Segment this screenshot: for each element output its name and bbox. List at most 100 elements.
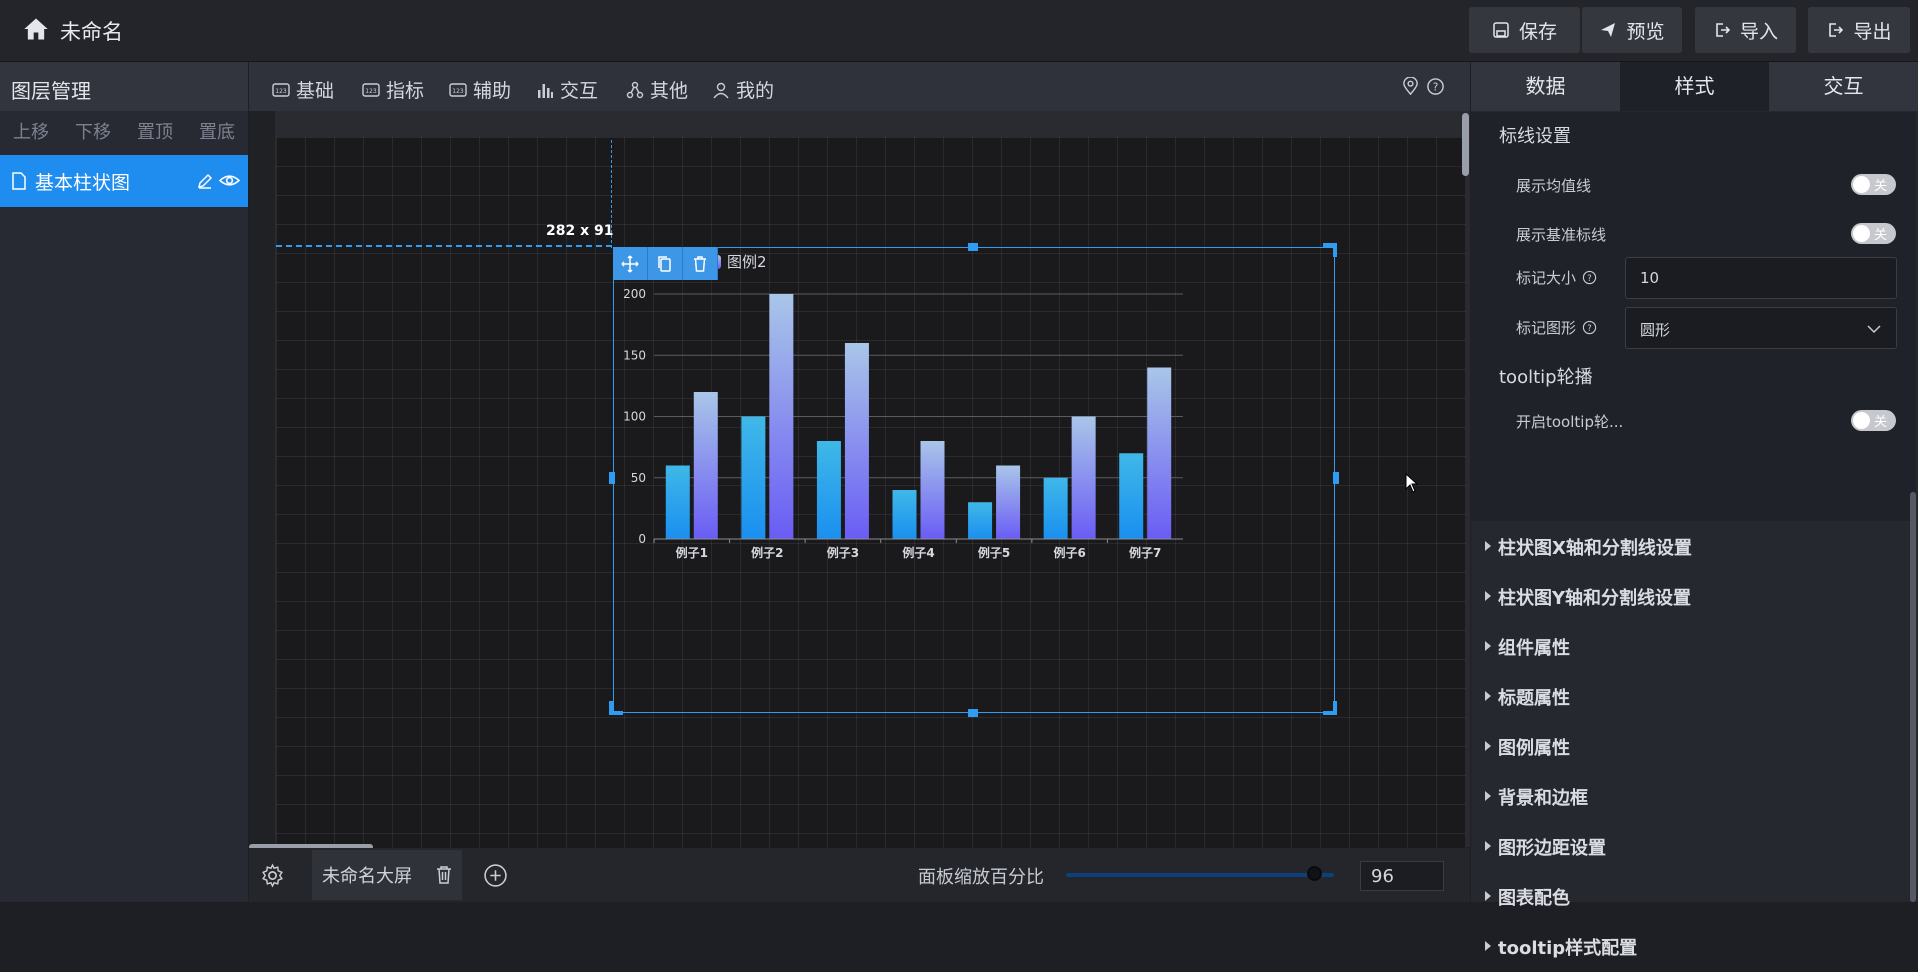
tooltip-carousel-toggle[interactable]: 关 xyxy=(1851,410,1896,431)
tab-interaction-settings[interactable]: 交互 xyxy=(1769,62,1918,111)
section-title: 背景和边框 xyxy=(1498,788,1588,809)
component-toolbar: 123 基础 123 指标 123 辅助 交互 其他 我的 ? xyxy=(249,62,1470,111)
vertical-ruler xyxy=(249,111,275,847)
section-x-axis[interactable]: 柱状图X轴和分割线设置 xyxy=(1471,522,1918,572)
chart-toolbar xyxy=(613,247,718,280)
help-icon[interactable]: ? xyxy=(1582,270,1597,285)
location-icon[interactable] xyxy=(1401,77,1420,96)
resize-handle-top-right[interactable] xyxy=(1323,243,1337,257)
mark-size-input[interactable]: 10 xyxy=(1625,257,1897,299)
toggle-knob xyxy=(1853,176,1870,193)
import-button[interactable]: 导入 xyxy=(1695,7,1796,53)
alignment-guide-horizontal xyxy=(276,245,612,247)
section-title: 组件属性 xyxy=(1498,638,1570,659)
help-icon[interactable]: ? xyxy=(1426,77,1445,96)
section-title: 图表配色 xyxy=(1498,888,1570,909)
component-icon: 123 xyxy=(449,82,467,97)
resize-handle-top[interactable] xyxy=(968,243,978,251)
preview-button[interactable]: 预览 xyxy=(1582,7,1682,53)
export-icon xyxy=(1829,23,1844,37)
caret-right-icon xyxy=(1485,791,1491,801)
trash-icon xyxy=(694,255,706,272)
save-button[interactable]: 保存 xyxy=(1469,7,1580,53)
tab-style[interactable]: 样式 xyxy=(1620,62,1769,111)
send-to-bottom-button[interactable]: 置底 xyxy=(186,112,248,154)
resize-handle-bottom-right[interactable] xyxy=(1323,701,1337,715)
bring-to-top-button[interactable]: 置顶 xyxy=(124,112,186,154)
mark-size-text: 标记大小 xyxy=(1516,269,1577,287)
toggle-off-text: 关 xyxy=(1874,415,1888,430)
tab-basic-label: 基础 xyxy=(296,80,335,102)
document-icon xyxy=(12,172,26,190)
save-icon xyxy=(1493,22,1509,38)
screen-tab-label: 未命名大屏 xyxy=(322,866,412,887)
move-icon xyxy=(621,254,639,273)
bottom-bar: 未命名大屏 面板缩放百分比 96 xyxy=(249,848,1470,902)
section-legend-props[interactable]: 图例属性 xyxy=(1471,722,1918,772)
add-screen-icon[interactable] xyxy=(483,863,508,888)
tab-interaction-label: 交互 xyxy=(560,80,599,102)
property-panel: 数据 样式 交互 标线设置 展示均值线 关 展示基准标线 关 标记大小? 10 … xyxy=(1471,62,1918,959)
tab-interaction[interactable]: 交互 xyxy=(536,76,598,103)
section-padding[interactable]: 图形边距设置 xyxy=(1471,822,1918,872)
resize-handle-bottom[interactable] xyxy=(968,709,978,717)
tab-mine[interactable]: 我的 xyxy=(712,76,774,103)
tab-other[interactable]: 其他 xyxy=(626,76,688,103)
tab-data[interactable]: 数据 xyxy=(1471,62,1620,111)
delete-button[interactable] xyxy=(683,247,718,280)
edit-icon[interactable] xyxy=(196,172,214,190)
home-icon[interactable] xyxy=(22,15,50,43)
move-up-button[interactable]: 上移 xyxy=(0,112,62,154)
section-tooltip-style[interactable]: tooltip样式配置 xyxy=(1471,922,1918,972)
resize-handle-bottom-left[interactable] xyxy=(609,701,623,715)
show-base-toggle[interactable]: 关 xyxy=(1851,223,1896,244)
tab-indicator[interactable]: 123 指标 xyxy=(362,76,424,103)
component-icon: 123 xyxy=(362,82,380,97)
property-panel-scrollbar[interactable] xyxy=(1910,492,1916,902)
toggle-off-text: 关 xyxy=(1874,228,1888,243)
zoom-slider[interactable] xyxy=(1066,873,1334,877)
mark-shape-select[interactable]: 圆形 xyxy=(1625,307,1897,349)
resize-handle-left[interactable] xyxy=(609,472,615,484)
toggle-knob xyxy=(1853,412,1870,429)
section-title: 图例属性 xyxy=(1498,738,1570,759)
move-button[interactable] xyxy=(613,247,648,280)
canvas-vertical-scrollbar[interactable] xyxy=(1462,113,1469,176)
show-base-text: 展示基准标线 xyxy=(1516,226,1607,244)
section-chart-colors[interactable]: 图表配色 xyxy=(1471,872,1918,922)
tab-auxiliary[interactable]: 123 辅助 xyxy=(449,76,511,103)
tooltip-toggle-label: 开启tooltip轮... xyxy=(1516,411,1623,432)
export-button[interactable]: 导出 xyxy=(1808,7,1910,53)
layer-item[interactable]: 基本柱状图 xyxy=(0,155,248,207)
markline-settings: 标线设置 展示均值线 关 展示基准标线 关 标记大小? 10 标记图形? 圆形 … xyxy=(1471,112,1916,521)
svg-text:123: 123 xyxy=(275,88,287,95)
tab-auxiliary-label: 辅助 xyxy=(473,80,512,102)
move-down-button[interactable]: 下移 xyxy=(62,112,124,154)
section-y-axis[interactable]: 柱状图Y轴和分割线设置 xyxy=(1471,572,1918,622)
zoom-input[interactable]: 96 xyxy=(1360,861,1444,891)
mark-shape-value: 圆形 xyxy=(1640,321,1671,339)
component-icon: 123 xyxy=(272,82,290,97)
mouse-cursor-icon xyxy=(1405,473,1419,493)
trash-icon[interactable] xyxy=(433,864,455,886)
zoom-slider-handle[interactable] xyxy=(1307,866,1323,881)
help-icon[interactable]: ? xyxy=(1582,320,1597,335)
layer-panel: 图层管理 上移 下移 置顶 置底 基本柱状图 xyxy=(0,62,248,902)
eye-icon[interactable] xyxy=(219,171,240,190)
section-title-props[interactable]: 标题属性 xyxy=(1471,672,1918,722)
screen-tab[interactable]: 未命名大屏 xyxy=(312,850,462,900)
section-background-border[interactable]: 背景和边框 xyxy=(1471,772,1918,822)
nodes-icon xyxy=(626,81,644,98)
mark-size-label: 标记大小? xyxy=(1516,267,1597,288)
svg-text:123: 123 xyxy=(365,88,377,95)
copy-button[interactable] xyxy=(648,247,683,280)
caret-right-icon xyxy=(1485,541,1491,551)
tooltip-heading: tooltip轮播 xyxy=(1499,367,1593,388)
tab-basic[interactable]: 123 基础 xyxy=(272,76,334,103)
section-component-props[interactable]: 组件属性 xyxy=(1471,622,1918,672)
show-avg-toggle[interactable]: 关 xyxy=(1851,174,1896,195)
gear-icon[interactable] xyxy=(260,863,285,888)
caret-right-icon xyxy=(1485,841,1491,851)
selection-box[interactable] xyxy=(613,247,1335,713)
resize-handle-right[interactable] xyxy=(1333,472,1339,484)
